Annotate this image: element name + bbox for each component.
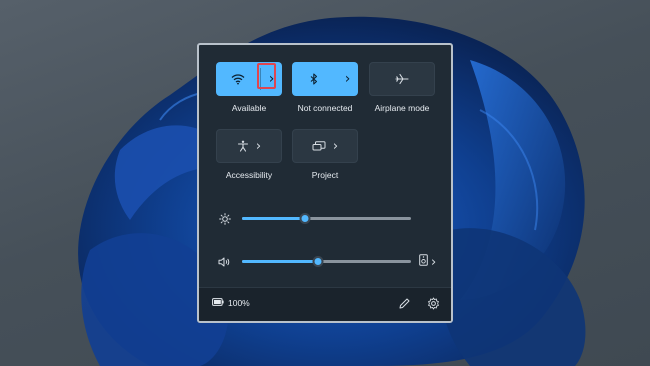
bluetooth-tile[interactable]: ›	[292, 62, 358, 96]
quick-settings-footer: 100%	[199, 287, 451, 321]
speaker-device-icon	[419, 253, 428, 271]
airplane-icon	[395, 73, 409, 85]
brightness-icon	[219, 212, 233, 225]
chevron-right-icon: ›	[268, 71, 275, 87]
volume-slider-thumb[interactable]	[312, 256, 324, 267]
quick-settings-panel: › › Available Not connected Airplane mod…	[197, 43, 453, 323]
chevron-right-icon: ›	[332, 138, 339, 154]
project-label: Project	[311, 170, 339, 180]
chevron-right-icon: ›	[344, 71, 351, 87]
bluetooth-expand-button[interactable]: ›	[337, 62, 358, 96]
airplane-mode-label: Airplane mode	[374, 103, 430, 113]
wifi-toggle[interactable]	[216, 62, 260, 96]
wifi-icon	[231, 73, 245, 85]
volume-slider-fill	[242, 260, 319, 263]
battery-percentage: 100%	[228, 298, 250, 308]
accessibility-label: Accessibility	[225, 170, 273, 180]
bluetooth-toggle[interactable]	[292, 62, 336, 96]
bluetooth-icon	[309, 73, 319, 85]
project-tile[interactable]: ›	[292, 129, 358, 163]
quick-settings-body: › › Available Not connected Airplane mod…	[199, 45, 451, 287]
audio-output-button[interactable]: ›	[419, 253, 436, 271]
accessibility-icon	[237, 140, 249, 152]
chevron-right-icon: ›	[431, 254, 437, 270]
bluetooth-label: Not connected	[297, 103, 353, 113]
wifi-expand-button[interactable]: ›	[261, 62, 282, 96]
brightness-slider-thumb[interactable]	[299, 213, 311, 224]
brightness-slider-fill	[242, 217, 305, 220]
battery-status[interactable]: 100%	[212, 298, 250, 308]
wifi-tile[interactable]: ›	[216, 62, 282, 96]
brightness-row	[199, 210, 451, 226]
pencil-icon[interactable]	[398, 297, 412, 311]
volume-slider[interactable]	[242, 256, 411, 267]
chevron-right-icon: ›	[255, 138, 262, 154]
volume-row: ›	[199, 253, 451, 269]
project-icon	[312, 140, 326, 152]
volume-icon[interactable]	[218, 255, 232, 267]
battery-icon	[212, 298, 224, 308]
accessibility-tile[interactable]: ›	[216, 129, 282, 163]
airplane-mode-tile[interactable]	[369, 62, 435, 96]
wifi-label: Available	[231, 103, 267, 113]
gear-icon[interactable]	[427, 297, 441, 311]
brightness-slider[interactable]	[242, 213, 411, 224]
